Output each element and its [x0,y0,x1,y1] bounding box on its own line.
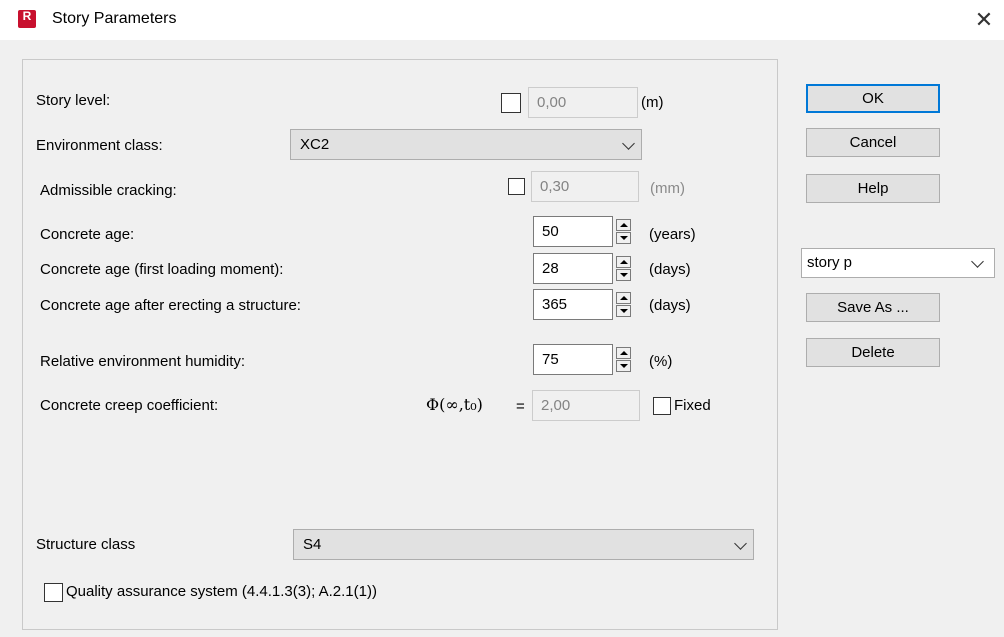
environment-class-value: XC2 [300,136,330,153]
humidity-label: Relative environment humidity: [40,353,246,370]
environment-class-dropdown[interactable]: XC2 [290,129,642,160]
creep-field[interactable]: 2,00 [532,390,640,421]
after-erecting-input[interactable]: 365 [533,289,613,320]
after-erecting-spinner[interactable] [614,290,636,319]
chevron-down-icon [622,137,635,150]
chevron-down-icon [971,255,984,268]
concrete-age-unit: (years) [649,226,696,243]
first-loading-unit: (days) [649,261,691,278]
help-button[interactable]: Help [806,174,940,203]
structure-class-value: S4 [303,536,322,553]
humidity-spinner[interactable] [614,345,636,374]
preset-value: story p [807,254,853,271]
window-title: Story Parameters [52,10,177,27]
spin-down-icon[interactable] [616,269,631,281]
delete-button[interactable]: Delete [806,338,940,367]
spin-up-icon[interactable] [616,292,631,304]
admissible-cracking-label: Admissible cracking: [40,182,177,199]
fixed-checkbox[interactable] [653,397,671,415]
title-bar: R Story Parameters ✕ [0,0,1004,40]
preset-dropdown[interactable]: story p [801,248,995,278]
app-icon-letter: R [22,9,32,23]
admissible-cracking-unit: (mm) [650,180,685,197]
admissible-cracking-field[interactable]: 0,30 [531,171,639,202]
fixed-label: Fixed [674,397,711,414]
creep-symbol: Φ(∞,t₀) [426,395,483,414]
spin-down-icon[interactable] [616,305,631,317]
story-level-checkbox[interactable] [501,93,521,113]
concrete-age-input[interactable]: 50 [533,216,613,247]
quality-assurance-label: Quality assurance system (4.4.1.3(3); A.… [66,583,377,600]
story-level-field[interactable]: 0,00 [528,87,638,118]
admissible-cracking-checkbox[interactable] [508,178,525,195]
quality-assurance-checkbox[interactable] [44,583,63,602]
ok-button[interactable]: OK [806,84,940,113]
spin-down-icon[interactable] [616,360,631,372]
chevron-down-icon [734,537,747,550]
concrete-age-label: Concrete age: [40,226,135,243]
after-erecting-unit: (days) [649,297,691,314]
first-loading-input[interactable]: 28 [533,253,613,284]
concrete-age-spinner[interactable] [614,217,636,246]
spin-down-icon[interactable] [616,232,631,244]
first-loading-label: Concrete age (first loading moment): [40,261,284,278]
close-icon[interactable]: ✕ [970,6,998,34]
story-level-unit: (m) [641,94,664,111]
cancel-button[interactable]: Cancel [806,128,940,157]
environment-class-label: Environment class: [36,137,163,154]
structure-class-label: Structure class [36,536,136,553]
spin-up-icon[interactable] [616,256,631,268]
spin-up-icon[interactable] [616,219,631,231]
spin-up-icon[interactable] [616,347,631,359]
humidity-unit: (%) [649,353,673,370]
first-loading-spinner[interactable] [614,254,636,283]
app-icon: R [18,10,36,28]
structure-class-dropdown[interactable]: S4 [293,529,754,560]
creep-equals: = [516,398,525,415]
humidity-input[interactable]: 75 [533,344,613,375]
after-erecting-label: Concrete age after erecting a structure: [40,297,301,314]
creep-label: Concrete creep coefficient: [40,397,219,414]
save-as-button[interactable]: Save As ... [806,293,940,322]
story-level-label: Story level: [36,92,111,109]
